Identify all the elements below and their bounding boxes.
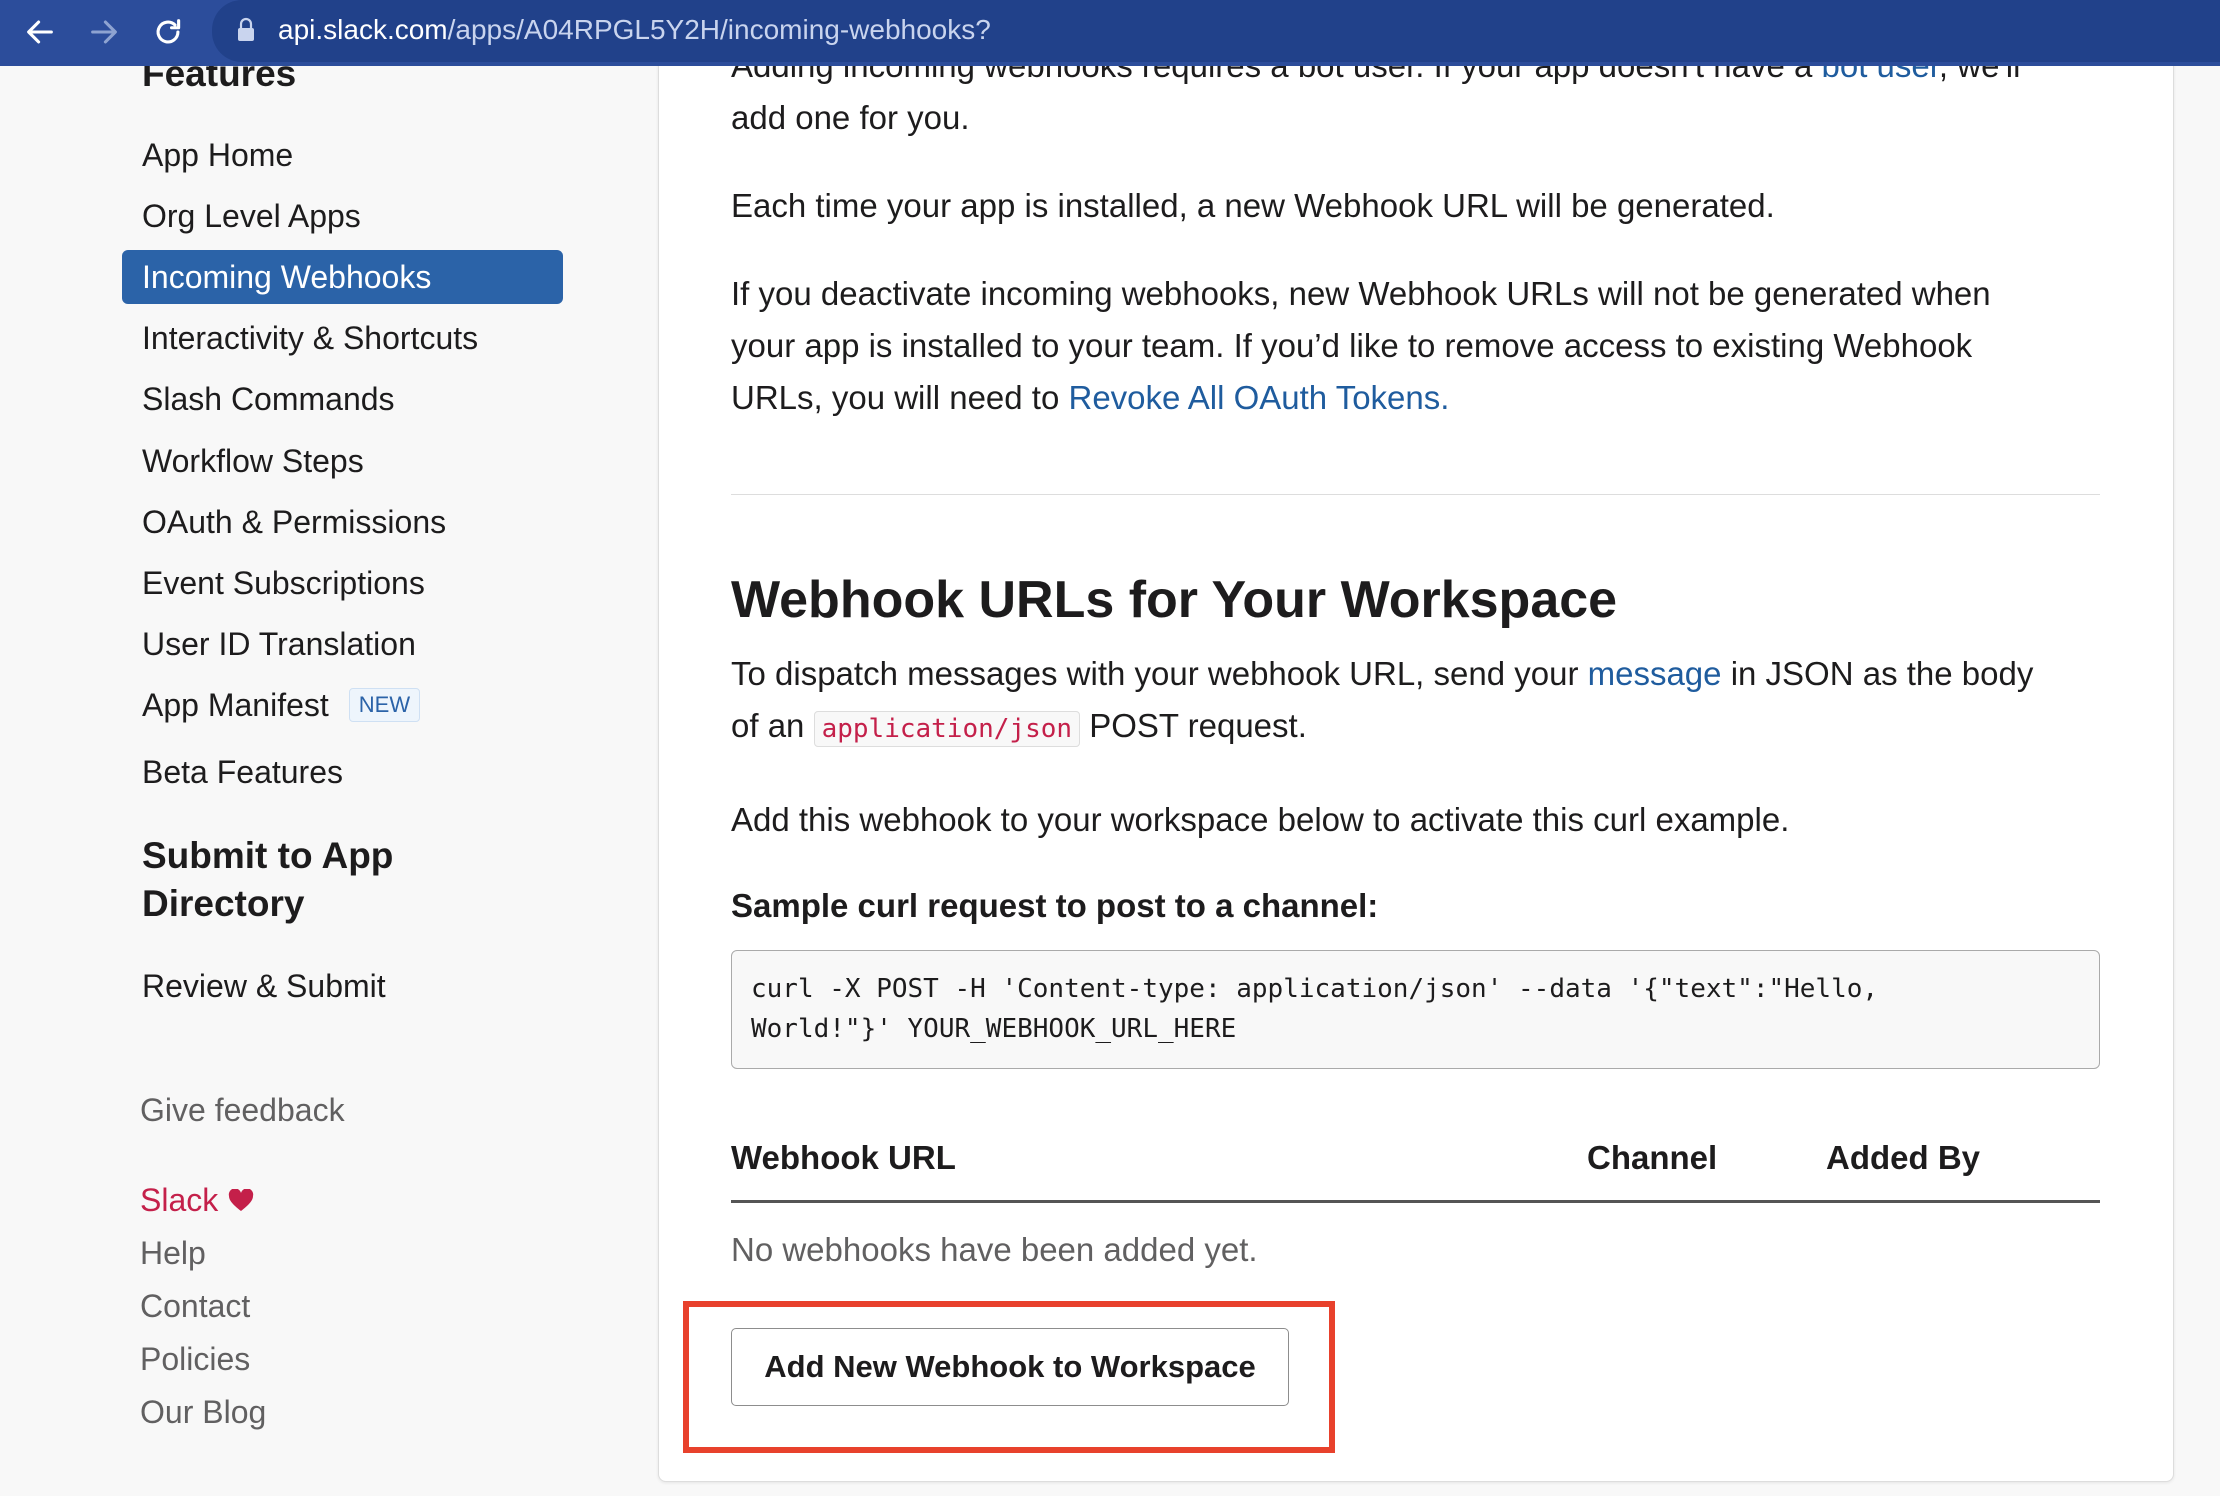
forward-arrow-icon[interactable]: [81, 9, 127, 55]
sidebar-item-review-submit[interactable]: Review & Submit: [142, 966, 386, 1006]
sidebar-item-app-home[interactable]: App Home: [142, 135, 293, 175]
heart-icon: [229, 1188, 254, 1211]
add-webhook-paragraph: Add this webhook to your workspace below…: [731, 801, 1790, 838]
curl-label: Sample curl request to post to a channel…: [731, 887, 1379, 924]
sidebar-item-label: App Manifest: [142, 687, 329, 723]
footer-contact-link[interactable]: Contact: [140, 1286, 250, 1326]
column-header-added-by: Added By: [1826, 1139, 1981, 1176]
back-arrow-icon[interactable]: [17, 9, 63, 55]
sidebar-item-beta-features[interactable]: Beta Features: [142, 752, 343, 792]
section-title: Webhook URLs for Your Workspace: [731, 571, 1618, 629]
sidebar-item-workflow-steps[interactable]: Workflow Steps: [142, 441, 364, 481]
sidebar-item-label: Incoming Webhooks: [142, 259, 432, 295]
sidebar-item-org-level-apps[interactable]: Org Level Apps: [142, 196, 361, 236]
sidebar-item-interactivity[interactable]: Interactivity & Shortcuts: [142, 318, 478, 358]
lock-icon: [238, 17, 254, 41]
sidebar-item-oauth-permissions[interactable]: OAuth & Permissions: [142, 502, 446, 542]
dispatch-paragraph: To dispatch messages with your webhook U…: [731, 648, 2033, 755]
curl-code-block[interactable]: curl -X POST -H 'Content-type: applicati…: [731, 950, 2100, 1069]
table-empty-message: No webhooks have been added yet.: [731, 1231, 1258, 1268]
curl-code: curl -X POST -H 'Content-type: applicati…: [751, 974, 1879, 1044]
sidebar-item-user-id-translation[interactable]: User ID Translation: [142, 624, 416, 664]
footer-policies-link[interactable]: Policies: [140, 1339, 250, 1379]
sidebar-heading-submit: Submit to App Directory: [142, 835, 394, 924]
give-feedback-link[interactable]: Give feedback: [140, 1090, 345, 1130]
footer-blog-link[interactable]: Our Blog: [140, 1392, 266, 1432]
url-host: api.slack.com: [278, 14, 448, 45]
url-text[interactable]: api.slack.com/apps/A04RPGL5Y2H/incoming-…: [278, 12, 991, 48]
sidebar-item-incoming-webhooks[interactable]: Incoming Webhooks: [122, 250, 563, 304]
reload-icon[interactable]: [145, 9, 191, 55]
message-link[interactable]: message: [1588, 655, 1722, 692]
table-header-rule: [731, 1200, 2100, 1203]
new-badge: NEW: [348, 687, 421, 722]
sidebar-item-event-subscriptions[interactable]: Event Subscriptions: [142, 563, 425, 603]
add-webhook-button[interactable]: Add New Webhook to Workspace: [731, 1328, 1289, 1406]
content-type-code: application/json: [813, 711, 1081, 747]
column-header-channel: Channel: [1587, 1139, 1718, 1176]
sidebar-item-app-manifest[interactable]: App Manifest NEW: [142, 685, 421, 725]
sidebar-item-slash-commands[interactable]: Slash Commands: [142, 379, 395, 419]
footer-slack-link[interactable]: Slack: [140, 1180, 254, 1220]
deactivate-paragraph: If you deactivate incoming webhooks, new…: [731, 275, 1991, 416]
url-path: /apps/A04RPGL5Y2H/incoming-webhooks?: [447, 14, 991, 45]
browser-toolbar: api.slack.com/apps/A04RPGL5Y2H/incoming-…: [0, 0, 2220, 66]
footer-slack-label: Slack: [140, 1182, 219, 1218]
section-divider: [731, 494, 2100, 495]
column-header-webhook-url: Webhook URL: [731, 1139, 956, 1176]
sidebar: Features App Home Org Level Apps Incomin…: [0, 53, 658, 1496]
revoke-tokens-link[interactable]: Revoke All OAuth Tokens.: [1069, 379, 1450, 416]
install-paragraph: Each time your app is installed, a new W…: [731, 187, 1775, 224]
footer-help-link[interactable]: Help: [140, 1233, 206, 1273]
intro-paragraph: add one for you.: [731, 99, 970, 136]
